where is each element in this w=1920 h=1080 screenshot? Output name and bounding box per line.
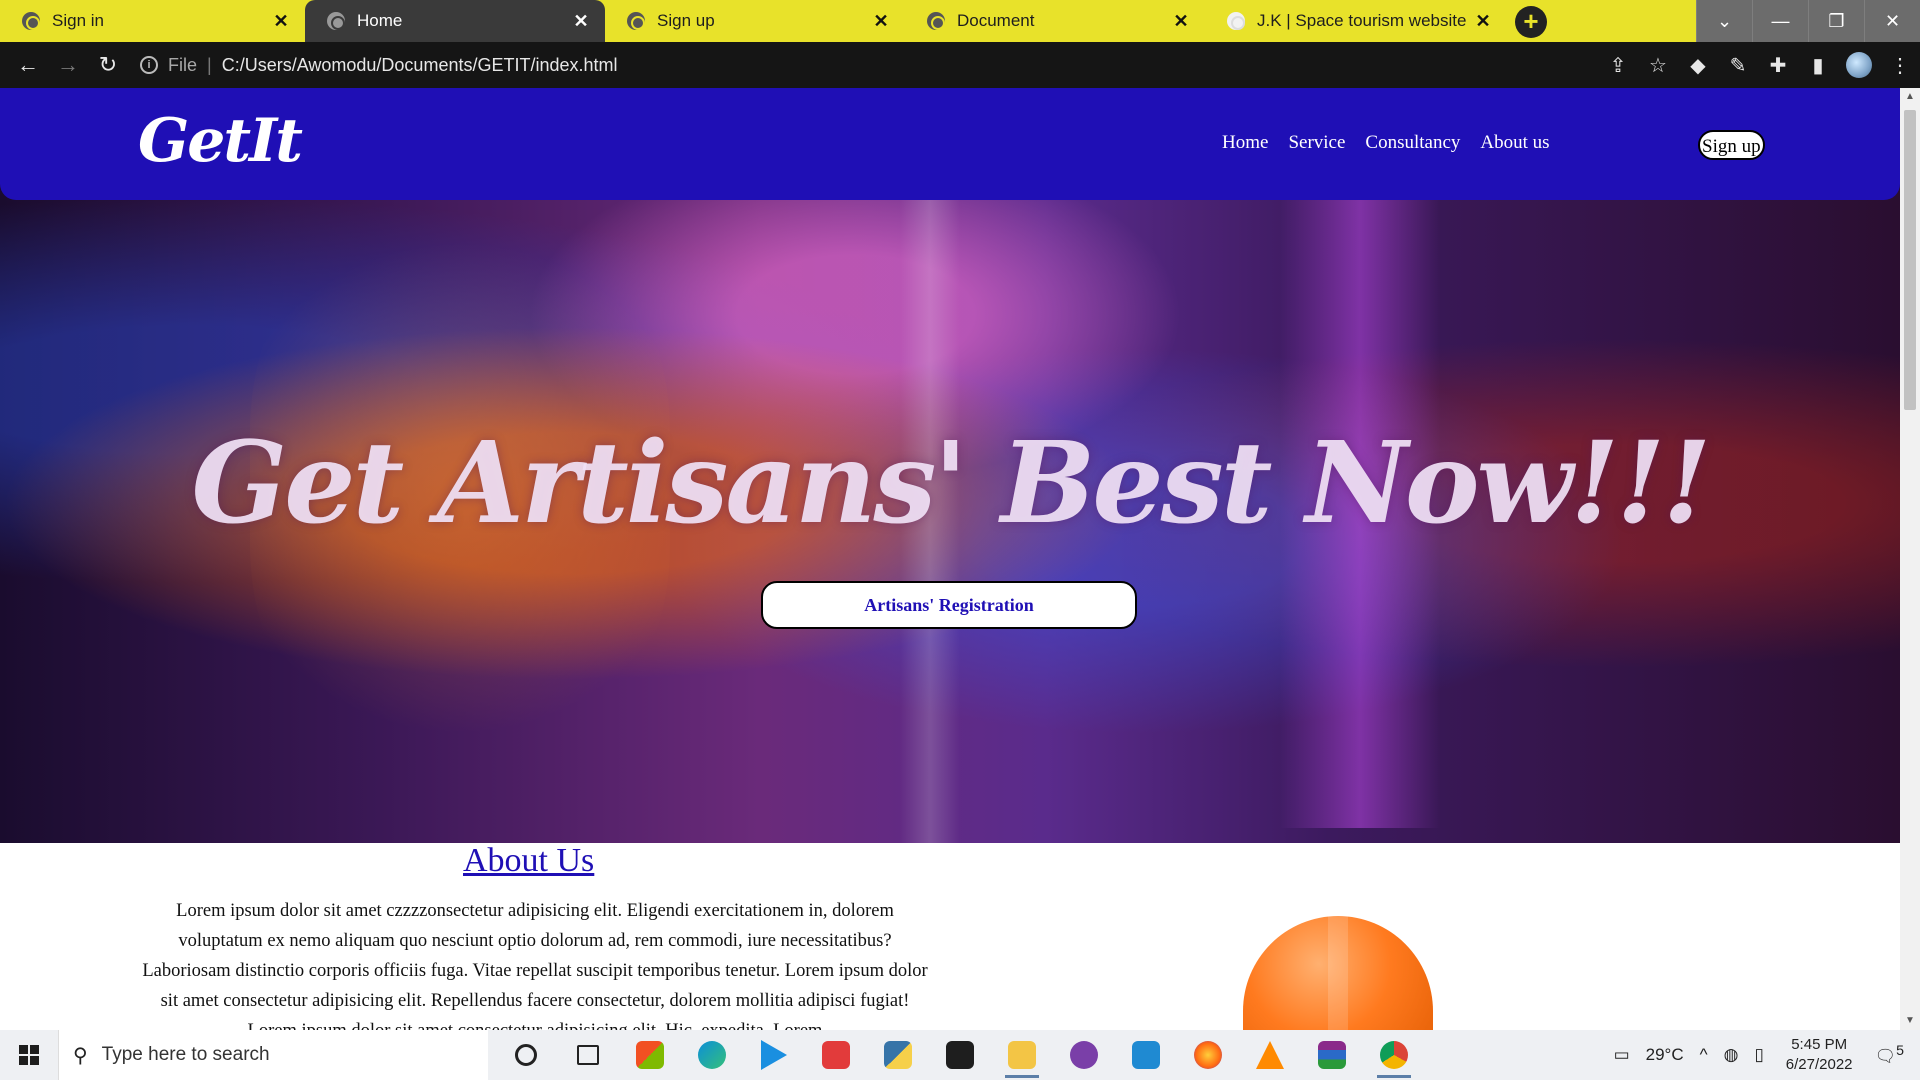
browser-toolbar: ← → ↻ i File | C:/Users/Awomodu/Document… <box>0 42 1920 88</box>
network-globe-icon[interactable]: ◍ <box>1716 1045 1747 1065</box>
edge-icon[interactable] <box>681 1030 743 1080</box>
file-explorer-icon[interactable] <box>991 1030 1053 1080</box>
sign-up-button[interactable]: Sign up <box>1698 130 1765 160</box>
minimize-icon[interactable]: — <box>1752 0 1808 42</box>
hard-hat-image <box>1243 916 1433 1030</box>
forward-icon[interactable]: → <box>48 45 88 85</box>
scroll-down-icon[interactable]: ▼ <box>1900 1012 1920 1030</box>
tab-title: Document <box>957 11 1035 30</box>
close-icon[interactable]: ✕ <box>571 11 591 32</box>
profile-avatar[interactable] <box>1846 52 1872 78</box>
site-logo[interactable]: GetIt <box>138 106 303 176</box>
weather-icon[interactable]: ▭ <box>1606 1045 1638 1065</box>
tab-sign-up[interactable]: Sign up ✕ <box>605 0 905 42</box>
tray-chevron-icon[interactable]: ^ <box>1692 1045 1716 1065</box>
tab-sign-in[interactable]: Sign in ✕ <box>0 0 305 42</box>
tab-title: Sign in <box>52 11 104 30</box>
info-icon[interactable]: i <box>140 56 158 74</box>
close-icon[interactable]: ✕ <box>1473 11 1493 32</box>
url-separator: | <box>207 54 212 75</box>
media-player-icon[interactable] <box>743 1030 805 1080</box>
url-text[interactable]: C:/Users/Awomodu/Documents/GETIT/index.h… <box>222 55 618 76</box>
pen-extension-icon[interactable]: ✎ <box>1718 53 1758 78</box>
url-scheme: File <box>168 54 198 75</box>
reload-icon[interactable]: ↻ <box>88 45 128 85</box>
gift-icon[interactable] <box>805 1030 867 1080</box>
address-bar[interactable]: i File | C:/Users/Awomodu/Documents/GETI… <box>140 49 1660 81</box>
close-window-icon[interactable]: ✕ <box>1864 0 1920 42</box>
windows-taskbar: ⚲ Type here to search ▭ 29°C ^ ◍ ▯ 5:45 … <box>0 1030 1920 1080</box>
new-tab-button[interactable]: + <box>1515 6 1547 38</box>
search-icon: ⚲ <box>73 1044 88 1067</box>
firefox-icon[interactable] <box>1177 1030 1239 1080</box>
site-nav: Home Service Consultancy About us <box>1222 132 1550 154</box>
vlc-icon[interactable] <box>1239 1030 1301 1080</box>
tab-strip: Sign in ✕ Home ✕ Sign up ✕ Document ✕ J.… <box>0 0 1920 42</box>
store-icon[interactable] <box>619 1030 681 1080</box>
tab-title: Home <box>357 11 403 30</box>
python-icon[interactable] <box>867 1030 929 1080</box>
tab-document[interactable]: Document ✕ <box>905 0 1205 42</box>
clock-date: 6/27/2022 <box>1785 1056 1853 1073</box>
hard-hat-ridge <box>1328 916 1348 1030</box>
pinned-apps <box>495 1030 1425 1080</box>
globe-icon <box>22 12 40 30</box>
windows-logo-icon <box>19 1045 39 1065</box>
tab-home[interactable]: Home ✕ <box>305 0 605 42</box>
tab-space-tourism[interactable]: J.K | Space tourism website ✕ <box>1205 0 1507 42</box>
site-navbar: GetIt Home Service Consultancy About us … <box>0 88 1900 200</box>
close-icon[interactable]: ✕ <box>271 11 291 32</box>
scroll-up-icon[interactable]: ▲ <box>1900 88 1920 106</box>
tab-title: J.K | Space tourism website <box>1257 11 1467 30</box>
restore-icon[interactable]: ❐ <box>1808 0 1864 42</box>
close-icon[interactable]: ✕ <box>871 11 891 32</box>
page-icon <box>1227 12 1245 30</box>
clock[interactable]: 5:45 PM 6/27/2022 <box>1772 1035 1867 1075</box>
nav-link-consultancy[interactable]: Consultancy <box>1365 132 1460 154</box>
notifications-icon[interactable]: 🗨5 <box>1867 1043 1920 1067</box>
back-icon[interactable]: ← <box>8 45 48 85</box>
start-button[interactable] <box>0 1030 58 1080</box>
figma-icon[interactable] <box>929 1030 991 1080</box>
weather-temp[interactable]: 29°C <box>1638 1045 1692 1065</box>
search-placeholder: Type here to search <box>101 1044 270 1065</box>
taskbar-search[interactable]: ⚲ Type here to search <box>58 1030 488 1080</box>
nav-link-about-us[interactable]: About us <box>1480 132 1549 154</box>
nav-link-service[interactable]: Service <box>1288 132 1345 154</box>
tab-search-icon[interactable]: ⌄ <box>1696 0 1752 42</box>
window-controls: ⌄ — ❐ ✕ <box>1696 0 1920 42</box>
page-viewport: GetIt Home Service Consultancy About us … <box>0 88 1900 1030</box>
chrome-icon[interactable] <box>1363 1030 1425 1080</box>
globe-icon <box>327 12 345 30</box>
winrar-icon[interactable] <box>1301 1030 1363 1080</box>
toolbar-icons: ⇪ ☆ ◆ ✎ ✚ ▮ ⋮ <box>1598 42 1920 88</box>
hero-headline: Get Artisans' Best Now!!! <box>191 418 1712 549</box>
tab-title: Sign up <box>657 11 715 30</box>
system-tray: ▭ 29°C ^ ◍ ▯ 5:45 PM 6/27/2022 🗨5 <box>1606 1030 1920 1080</box>
cortana-icon[interactable] <box>495 1030 557 1080</box>
notification-count: 5 <box>1896 1043 1904 1060</box>
github-icon[interactable] <box>1053 1030 1115 1080</box>
clock-time: 5:45 PM <box>1791 1036 1848 1053</box>
artisans-registration-button[interactable]: Artisans' Registration <box>761 581 1137 629</box>
extensions-puzzle-icon[interactable]: ✚ <box>1758 53 1798 78</box>
side-panel-icon[interactable]: ▮ <box>1798 53 1838 78</box>
vscode-icon[interactable] <box>1115 1030 1177 1080</box>
about-us-heading[interactable]: About Us <box>463 842 594 880</box>
bookmark-star-icon[interactable]: ☆ <box>1638 53 1678 78</box>
color-extension-icon[interactable]: ◆ <box>1678 53 1718 78</box>
task-view-icon[interactable] <box>557 1030 619 1080</box>
nav-link-home[interactable]: Home <box>1222 132 1268 154</box>
page-scrollbar[interactable]: ▲ ▼ <box>1900 88 1920 1030</box>
globe-icon <box>927 12 945 30</box>
about-us-text: Lorem ipsum dolor sit amet czzzzonsectet… <box>142 901 928 1030</box>
globe-icon <box>627 12 645 30</box>
scrollbar-thumb[interactable] <box>1904 110 1916 410</box>
share-icon[interactable]: ⇪ <box>1598 53 1638 78</box>
close-icon[interactable]: ✕ <box>1171 11 1191 32</box>
menu-kebab-icon[interactable]: ⋮ <box>1880 53 1920 78</box>
device-icon[interactable]: ▯ <box>1746 1045 1771 1065</box>
